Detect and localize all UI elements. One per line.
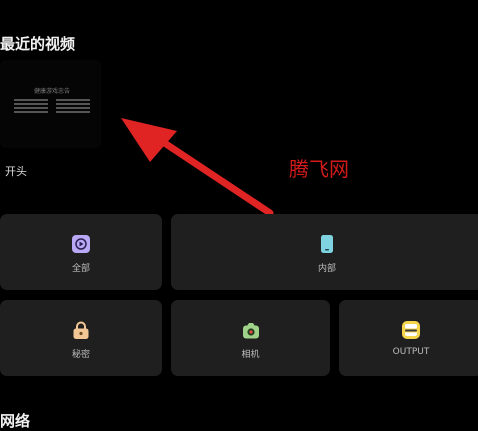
watermark-text: 腾飞网 (289, 157, 349, 181)
thumbnail-title: 健康游戏忠告 (33, 88, 70, 95)
folder-card-camera[interactable]: 相机 (171, 300, 330, 376)
folder-icon (402, 321, 420, 339)
folder-card-output[interactable]: OUTPUT (339, 300, 478, 376)
phone-icon (321, 235, 333, 253)
video-thumbnail[interactable]: 健康游戏忠告 (0, 60, 101, 148)
folder-card-internal[interactable]: 内部 (171, 214, 478, 290)
lock-icon (73, 321, 89, 339)
network-section-title: 网络 (0, 412, 31, 430)
folder-label: 内部 (317, 264, 336, 274)
folder-label: 秘密 (71, 350, 90, 360)
folder-label: 全部 (71, 264, 90, 274)
folder-card-all[interactable]: 全部 (0, 214, 162, 290)
camera-icon (242, 323, 259, 339)
folder-label: OUTPUT (392, 347, 430, 357)
recent-videos-title: 最近的视频 (0, 35, 76, 53)
play-icon (72, 235, 90, 253)
thumbnail-content: 健康游戏忠告 (14, 86, 90, 115)
thumbnail-text-lines (14, 99, 90, 115)
video-title[interactable]: 开头 (5, 163, 27, 179)
folder-card-secret[interactable]: 秘密 (0, 300, 162, 376)
folder-label: 相机 (241, 350, 260, 360)
